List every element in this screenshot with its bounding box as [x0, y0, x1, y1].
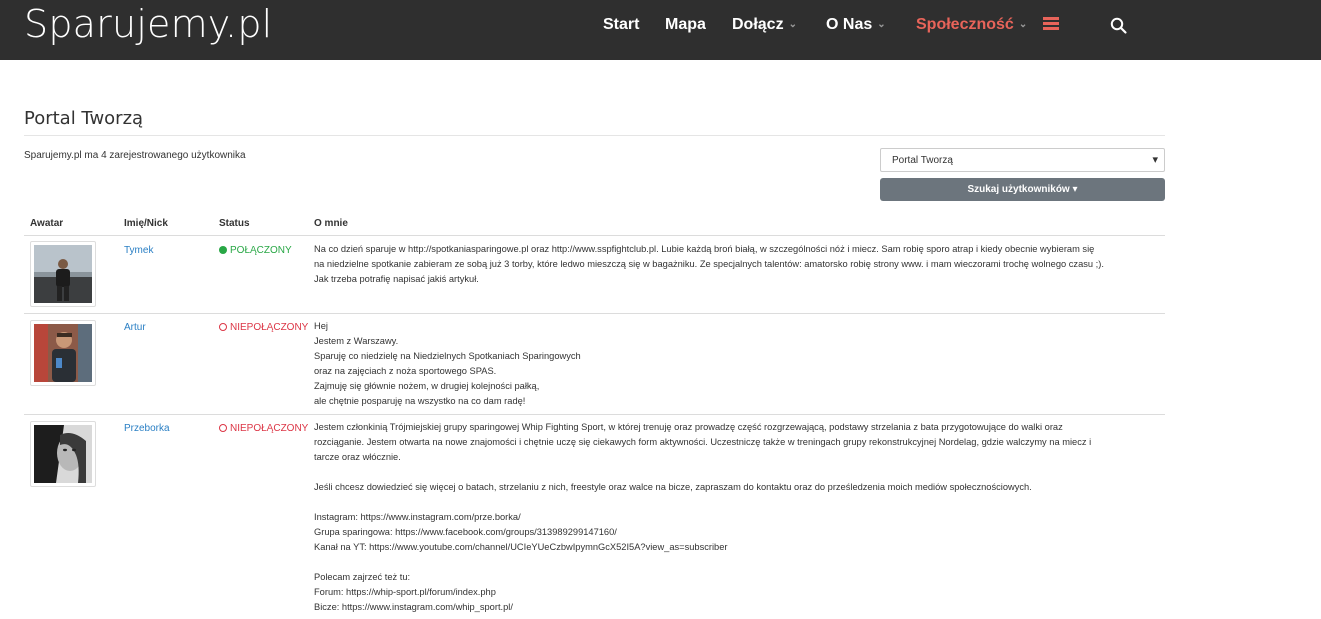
nav-mapa[interactable]: Mapa — [665, 16, 706, 34]
column-header-status: Status — [219, 218, 250, 229]
nav-dolacz-label: Dołącz — [732, 16, 784, 33]
divider — [24, 135, 1165, 136]
nav-o-nas[interactable]: O Nas ⌄ — [826, 16, 886, 34]
about-text: Jestem członkinią Trójmiejskiej grupy sp… — [314, 422, 1092, 612]
caret-down-icon: ▾ — [1152, 154, 1158, 166]
column-header-about: O mnie — [314, 218, 348, 229]
avatar[interactable] — [30, 421, 96, 487]
user-nick-link[interactable]: Tymek — [124, 245, 153, 256]
column-header-avatar: Awatar — [30, 218, 64, 229]
status-text: NIEPOŁĄCZONY — [230, 322, 309, 333]
user-nick-link[interactable]: Artur — [124, 322, 146, 333]
offline-dot-icon — [219, 424, 227, 432]
avatar-photo-przeborka — [34, 425, 92, 483]
site-logo[interactable]: Sparujemy.pl — [24, 2, 272, 46]
nav-mapa-label: Mapa — [665, 16, 706, 33]
group-select-value: Portal Tworzą — [892, 155, 953, 166]
search-users-button[interactable]: Szukaj użytkowników ▾ — [880, 178, 1165, 201]
nav-o-nas-label: O Nas — [826, 16, 873, 33]
avatar-photo-tymek — [34, 245, 92, 303]
search-icon[interactable] — [1110, 17, 1128, 35]
nav-spolecznosc-label: Społeczność — [916, 16, 1014, 33]
chevron-down-icon: ⌄ — [877, 19, 886, 30]
avatar-photo-artur — [34, 324, 92, 382]
column-header-nick: Imię/Nick — [124, 218, 168, 229]
about-text: Hej Jestem z Warszawy. Sparuję co niedzi… — [314, 321, 581, 406]
avatar[interactable] — [30, 241, 96, 307]
divider — [24, 414, 1165, 415]
page-title: Portal Tworzą — [24, 108, 144, 129]
avatar[interactable] — [30, 320, 96, 386]
status-badge: POŁĄCZONY — [219, 245, 292, 256]
status-badge: NIEPOŁĄCZONY — [219, 322, 308, 333]
divider — [24, 313, 1165, 314]
user-nick-link[interactable]: Przeborka — [124, 423, 170, 434]
group-select[interactable]: Portal Tworzą ▾ — [880, 148, 1165, 172]
nav-spolecznosc[interactable]: Społeczność ⌄ — [916, 16, 1027, 34]
nav-start[interactable]: Start — [603, 16, 639, 34]
offline-dot-icon — [219, 323, 227, 331]
about-text: Na co dzień sparuje w http://spotkaniasp… — [314, 244, 1104, 284]
menu-icon[interactable] — [1043, 17, 1059, 31]
nav-dolacz[interactable]: Dołącz ⌄ — [732, 16, 797, 34]
chevron-down-icon: ⌄ — [788, 19, 797, 30]
top-navbar: Sparujemy.pl Start Mapa Dołącz ⌄ O Nas ⌄ S… — [0, 0, 1321, 60]
nav-start-label: Start — [603, 16, 640, 33]
status-text: NIEPOŁĄCZONY — [230, 423, 309, 434]
user-count-text: Sparujemy.pl ma 4 zarejestrowanego użytk… — [24, 150, 246, 161]
status-badge: NIEPOŁĄCZONY — [219, 423, 308, 434]
chevron-down-icon: ⌄ — [1018, 19, 1028, 30]
status-text: POŁĄCZONY — [230, 245, 292, 256]
online-dot-icon — [219, 246, 227, 254]
divider — [24, 235, 1165, 236]
